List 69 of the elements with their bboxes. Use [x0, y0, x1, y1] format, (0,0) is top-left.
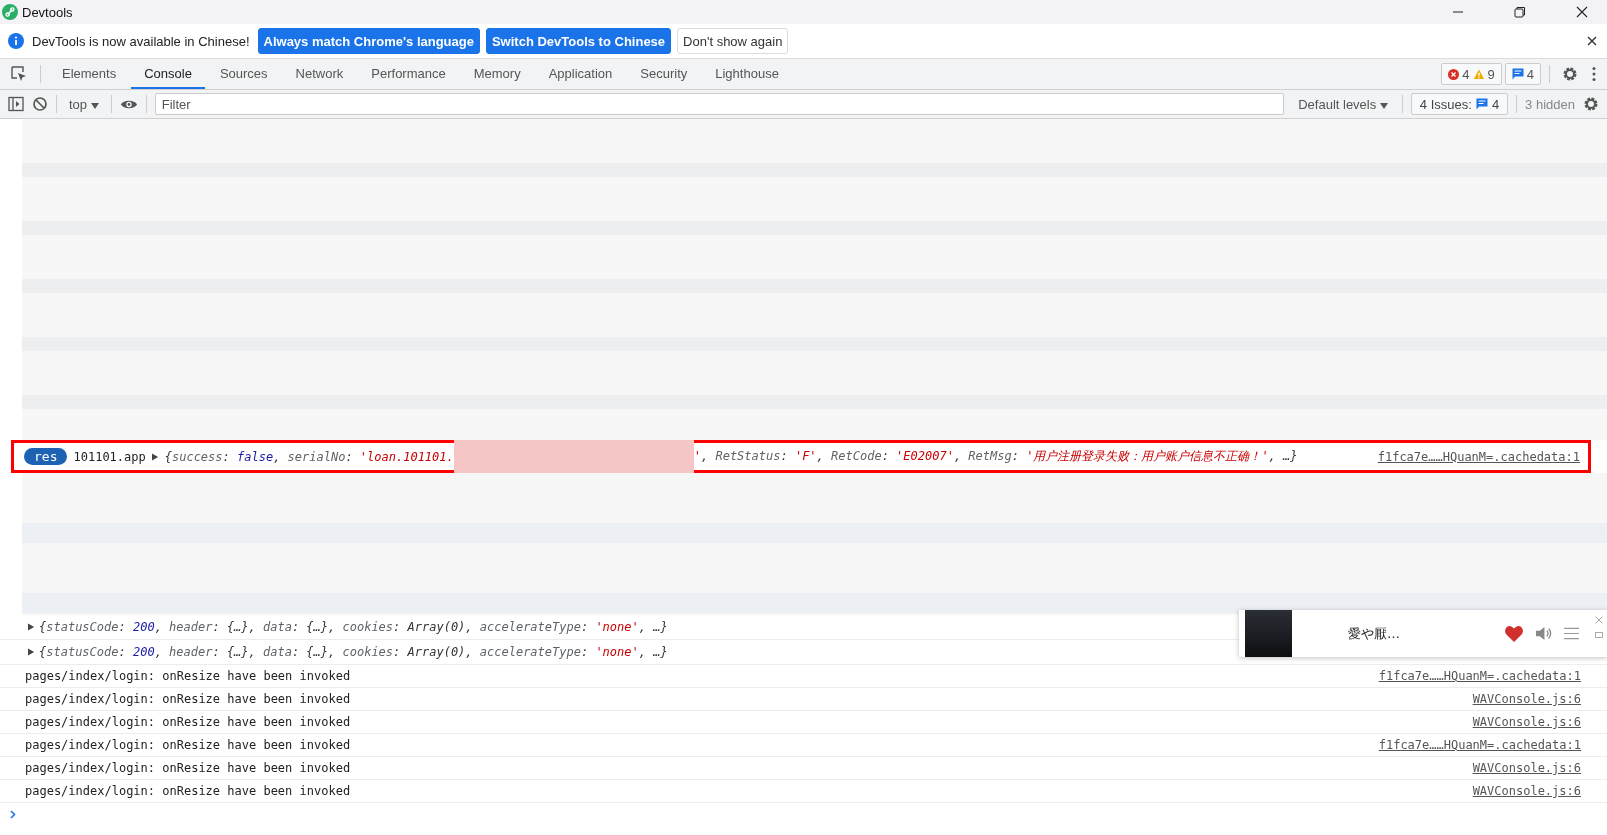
settings-icon[interactable]	[1583, 96, 1599, 112]
source-link[interactable]: f1fca7e……HQuanM=.cachedata:1	[1378, 669, 1581, 683]
object-preview[interactable]: {statusCode: 200, header: {…}, data: {…}, cookies: Array(0), accelerateType: 'none', …}	[39, 645, 668, 659]
expand-triangle-icon[interactable]	[28, 648, 35, 656]
clear-console-icon[interactable]	[32, 96, 48, 112]
panel-tab[interactable]: Performance	[358, 59, 459, 89]
source-link[interactable]: WAVConsole.js:6	[1472, 784, 1581, 798]
infobar-button[interactable]: Don't show again	[677, 28, 789, 54]
object-preview[interactable]: {statusCode: 200, header: {…}, data: {…}, cookies: Array(0), accelerateType: 'none', …}	[39, 620, 668, 634]
restore-icon[interactable]	[1514, 6, 1526, 18]
expand-triangle-icon[interactable]	[28, 623, 35, 631]
context-dropdown[interactable]: top	[65, 96, 103, 112]
log-badge: res	[24, 448, 68, 465]
log-message: pages/index/login: onResize have been invoked	[25, 692, 351, 706]
message-counter[interactable]: 4	[1504, 63, 1541, 85]
error-count: 4	[1462, 66, 1470, 82]
object-preview[interactable]: {success: false, serialNo: 'loan.101101.	[164, 449, 454, 464]
info-message: DevTools is now available in Chinese!	[32, 33, 250, 49]
panel-tab[interactable]: Security	[627, 59, 701, 89]
message-icon	[1511, 68, 1524, 80]
issues-label: 4 Issues:	[1419, 96, 1472, 112]
album-cover-placeholder	[1245, 610, 1292, 657]
source-link[interactable]: WAVConsole.js:6	[1472, 692, 1581, 706]
info-icon	[8, 33, 24, 49]
source-link[interactable]: f1fca7e……HQuanM=.cachedata:1	[1377, 449, 1580, 464]
panel-tab[interactable]: Lighthouse	[702, 59, 792, 89]
log-message: pages/index/login: onResize have been invoked	[25, 784, 351, 798]
panel-tab[interactable]: Sources	[206, 59, 281, 89]
heart-icon[interactable]	[1505, 625, 1523, 642]
log-prefix: 101101.app	[73, 449, 146, 464]
caret-icon	[90, 102, 99, 109]
issues-count: 4	[1491, 96, 1500, 112]
source-link[interactable]: f1fca7e……HQuanM=.cachedata:1	[1378, 738, 1581, 752]
sidebar-toggle-icon[interactable]	[8, 96, 24, 112]
more-menu-icon[interactable]	[1592, 66, 1596, 82]
log-levels-dropdown[interactable]: Default levels	[1292, 95, 1394, 113]
close-icon[interactable]	[1576, 6, 1588, 18]
warning-count: 9	[1487, 66, 1495, 82]
filter-field[interactable]: Filter	[154, 93, 1285, 115]
panel-tab[interactable]: Elements	[49, 59, 130, 89]
prompt-chevron-icon	[10, 809, 16, 819]
panel-tab[interactable]: Memory	[460, 59, 534, 89]
infobar-button[interactable]: Always match Chrome's language	[257, 28, 480, 54]
error-icon	[1448, 68, 1460, 80]
expand-triangle-icon[interactable]	[151, 452, 159, 461]
message-count: 4	[1526, 66, 1534, 82]
caret-icon	[1379, 102, 1388, 109]
error-warning-counter[interactable]: 4 9	[1441, 63, 1502, 85]
playlist-icon[interactable]	[1564, 627, 1579, 640]
hidden-count: 3 hidden	[1525, 96, 1575, 112]
log-message: pages/index/login: onResize have been invoked	[25, 761, 351, 775]
close-icon[interactable]	[1587, 36, 1597, 46]
window-title: Devtools	[22, 4, 73, 20]
source-link[interactable]: WAVConsole.js:6	[1472, 761, 1581, 775]
inspect-icon[interactable]	[10, 65, 28, 83]
log-message: pages/index/login: onResize have been invoked	[25, 738, 351, 752]
panel-tab[interactable]: Application	[535, 59, 626, 89]
message-icon	[1475, 98, 1488, 110]
issues-button[interactable]: 4 Issues: 4	[1410, 93, 1509, 115]
object-preview[interactable]: ', RetStatus: 'F', RetCode: 'E02007', RetMsg: '用户注册登录失败：用户账户信息不正确！', …}	[693, 448, 1298, 465]
log-message: pages/index/login: onResize have been invoked	[25, 715, 351, 729]
song-title: 愛や厭…	[1348, 624, 1401, 643]
volume-icon[interactable]	[1535, 626, 1552, 641]
source-link[interactable]: WAVConsole.js:6	[1472, 715, 1581, 729]
log-message: pages/index/login: onResize have been invoked	[25, 669, 351, 683]
settings-icon[interactable]	[1562, 66, 1578, 82]
warning-icon	[1472, 68, 1485, 80]
panel-tab[interactable]: Network	[282, 59, 357, 89]
infobar-button[interactable]: Switch DevTools to Chinese	[485, 28, 672, 54]
